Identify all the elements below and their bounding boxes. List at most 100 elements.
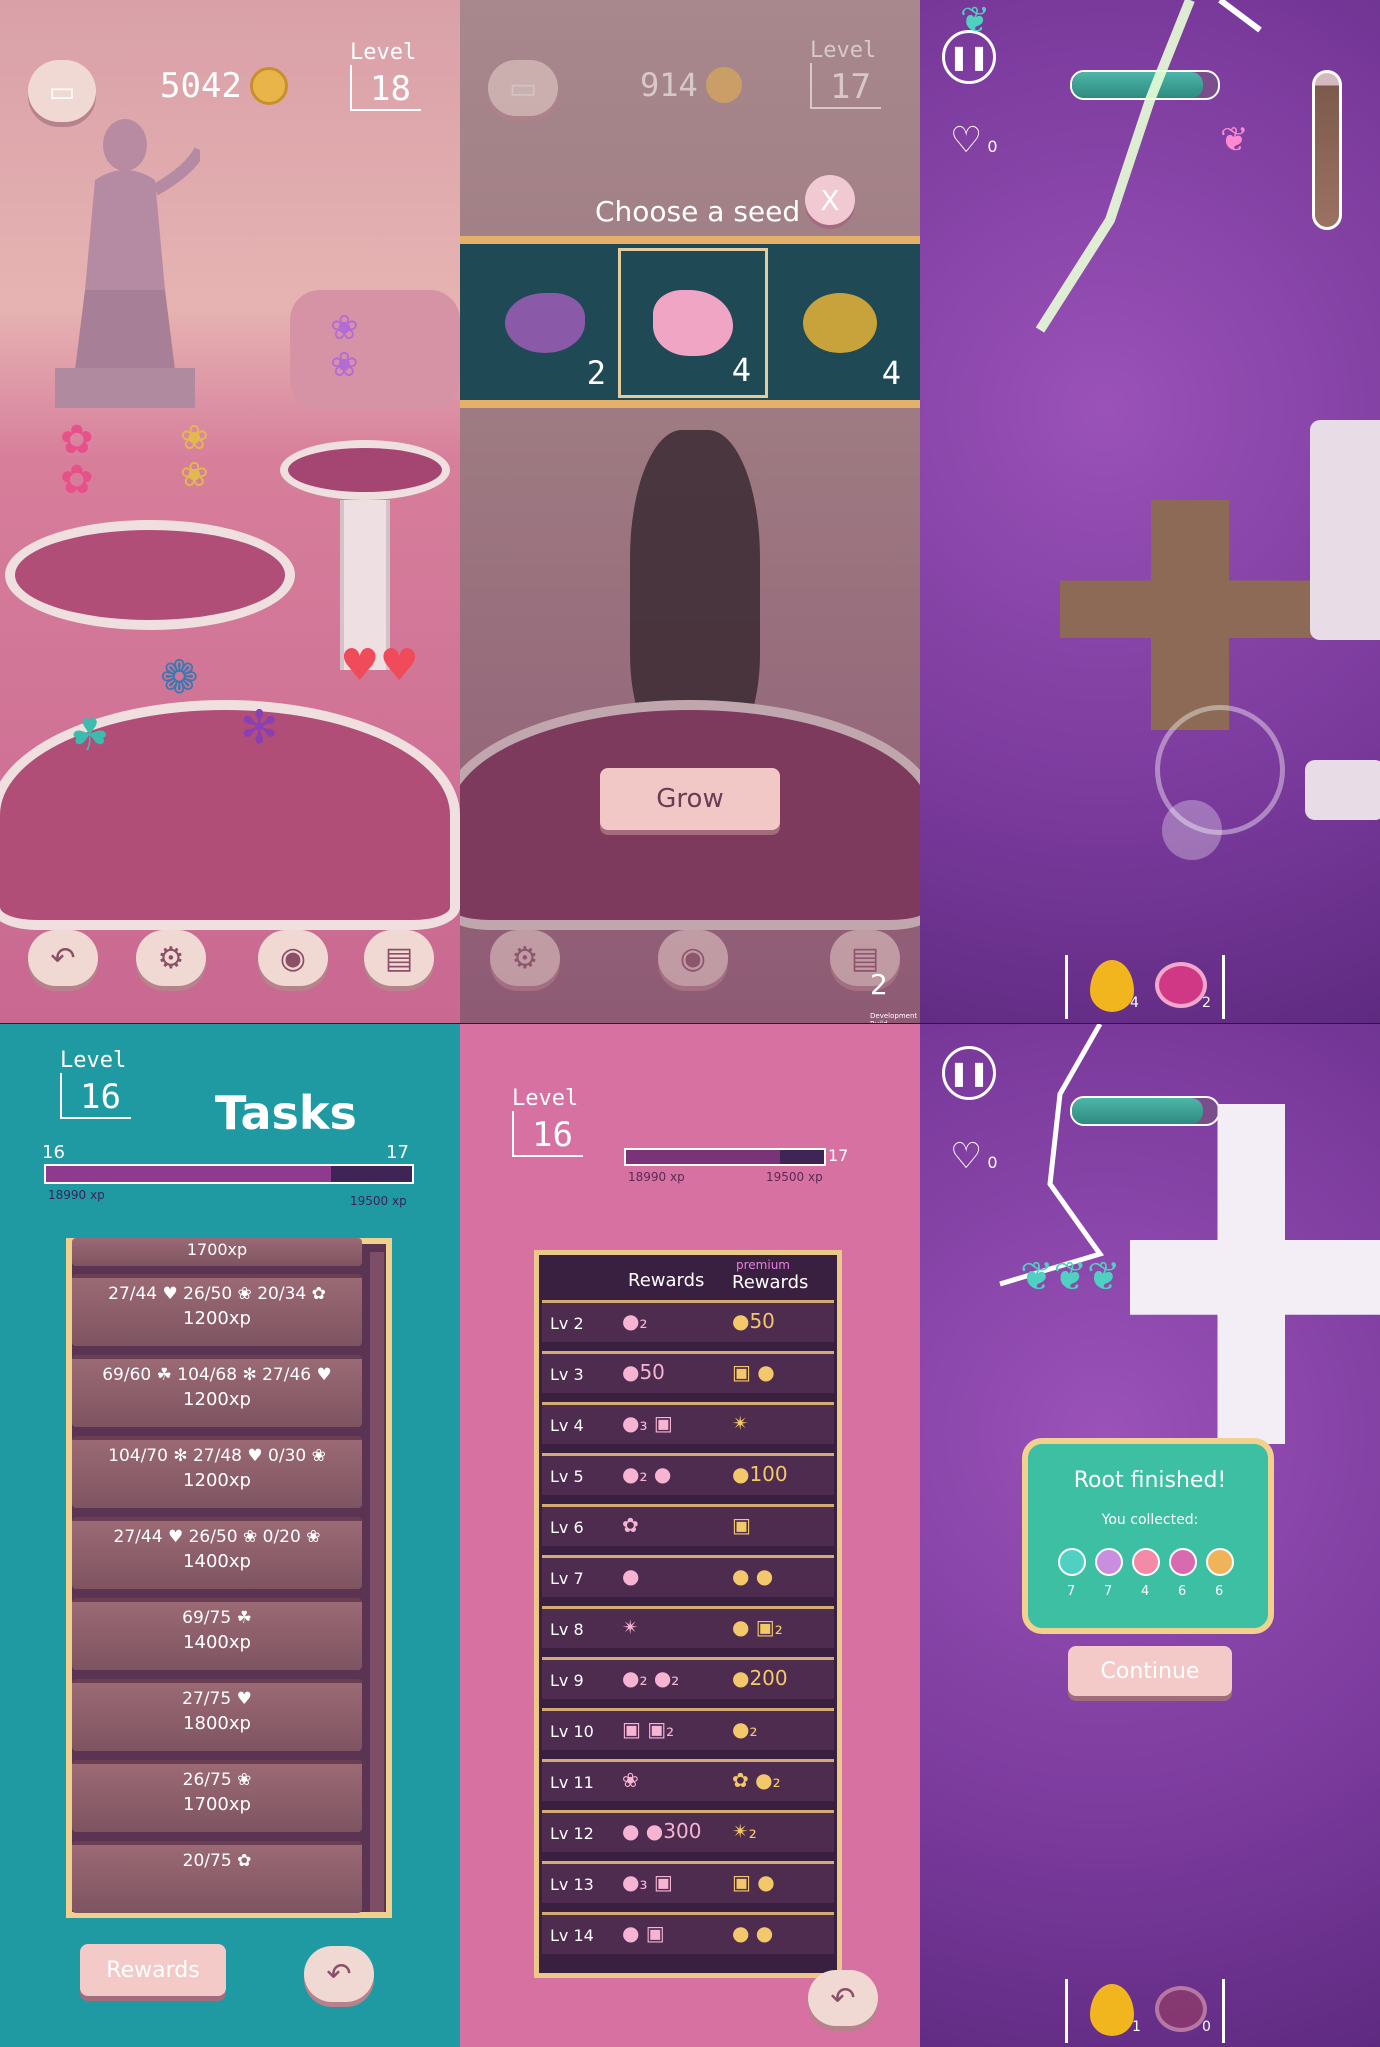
task-row[interactable]: 69/75 ☘ 1400xp	[72, 1598, 362, 1670]
seed-bag-button[interactable]: ◉	[258, 930, 328, 986]
seed-slot-purple[interactable]: 2	[470, 248, 620, 398]
reward-row[interactable]: Lv 9 ●₂ ●₂ ●200	[542, 1657, 834, 1699]
reward-cell: ● ●300	[622, 1819, 702, 1843]
star-flower-icon	[1095, 1548, 1123, 1576]
reward-row[interactable]: Lv 8 ✴ ● ▣₂	[542, 1606, 834, 1648]
reward-cell: ▣ ▣₂	[622, 1717, 675, 1741]
level-label: Level	[60, 1048, 127, 1073]
settings-button[interactable]: ⚙	[490, 930, 560, 986]
back-button[interactable]: ↶	[304, 1946, 374, 2002]
level-label: Level	[350, 40, 417, 65]
seed-slot-gold[interactable]: 4	[765, 248, 915, 398]
task-row[interactable]: 26/75 ❀ 1700xp	[72, 1760, 362, 1832]
col-rewards-header: Rewards	[628, 1270, 705, 1291]
task-xp: 1400xp	[183, 1551, 251, 1572]
premium-reward-cell: ▣ ●	[732, 1360, 775, 1384]
leaf-decor: ❦❦❦	[1020, 1254, 1121, 1300]
reward-row[interactable]: Lv 7 ● ● ●	[542, 1555, 834, 1597]
tasks-scroll-button[interactable]: ▤	[364, 930, 434, 986]
garden-screen: ▭ 5042 Level 18 ✿ ✿ ❀ ❀ ❀ ❀ ☘ ❁ ✻ ♥♥ ↶ ⚙ ◉ …	[0, 0, 460, 1023]
coin-icon	[705, 67, 742, 103]
level-number: 16	[60, 1073, 131, 1119]
rewards-label: Rewards	[106, 1957, 200, 1983]
tasks-screen: Level 16 Tasks 16 17 18990 xp 19500 xp 1…	[0, 1024, 460, 2047]
basket-button[interactable]: ▭	[28, 60, 96, 122]
basket-button-dim: ▭	[488, 60, 558, 116]
xp-to-level: 17	[386, 1142, 409, 1163]
continue-label: Continue	[1100, 1658, 1200, 1684]
task-scrollbar[interactable]	[370, 1252, 384, 1912]
magenta-snail-seed-icon[interactable]	[1155, 962, 1207, 1008]
leaf-decor-pink: ❦	[1220, 120, 1249, 160]
pillar-bowl	[280, 440, 450, 500]
magenta-snail-seed-icon[interactable]	[1155, 1986, 1207, 2032]
task-progress: 20/75 ✿	[182, 1851, 252, 1871]
flower-bed-lower	[0, 700, 460, 930]
task-row[interactable]: 69/60 ☘ 104/68 ✻ 27/46 ♥ 1200xp	[72, 1355, 362, 1427]
item-count: 2	[1202, 995, 1211, 1011]
collected-count: 7	[1067, 1584, 1076, 1599]
root-trail	[999, 1024, 1105, 1287]
task-xp	[72, 1871, 362, 1875]
premium-reward-cell: ▣ ●	[732, 1870, 775, 1894]
task-xp: 1700xp	[186, 1240, 248, 1259]
reward-row[interactable]: Lv 6 ✿ ▣	[542, 1504, 834, 1546]
basket-icon: ▭	[508, 70, 538, 106]
gold-seed-icon	[803, 293, 877, 353]
joystick-knob[interactable]	[1162, 800, 1222, 860]
reward-level: Lv 4	[550, 1416, 584, 1435]
task-row[interactable]: 27/75 ♥ 1800xp	[72, 1679, 362, 1751]
premium-reward-cell: ▣	[732, 1513, 751, 1537]
rewards-button[interactable]: Rewards	[80, 1944, 226, 1996]
back-button[interactable]: ↶	[808, 1970, 878, 2026]
reward-row[interactable]: Lv 2 ●₂ ●50	[542, 1300, 834, 1342]
seed-slot-pink-selected[interactable]: 4	[618, 248, 768, 398]
reward-row[interactable]: Lv 5 ●₂ ● ●100	[542, 1453, 834, 1495]
task-xp: 1200xp	[183, 1470, 251, 1491]
settings-button[interactable]: ⚙	[136, 930, 206, 986]
coin-counter: 914	[640, 66, 742, 104]
premium-reward-cell: ✴	[732, 1411, 749, 1435]
sun-flower-icon	[1206, 1548, 1234, 1576]
xp-bar	[624, 1148, 826, 1166]
reward-row[interactable]: Lv 10 ▣ ▣₂ ●₂	[542, 1708, 834, 1750]
purple-seed-icon	[505, 293, 585, 353]
task-row[interactable]: 20/75 ✿	[72, 1841, 362, 1913]
clover-icon	[1058, 1548, 1086, 1576]
seed-bag-button[interactable]: ◉	[658, 930, 728, 986]
back-button[interactable]: ↶	[28, 930, 98, 986]
premium-reward-cell: ● ●	[732, 1921, 774, 1945]
reward-level: Lv 12	[550, 1824, 594, 1843]
reward-level: Lv 13	[550, 1875, 594, 1894]
reward-row[interactable]: Lv 14 ● ▣ ● ●	[542, 1912, 834, 1954]
coin-count: 5042	[160, 66, 242, 106]
dialog-subtitle: You collected:	[1101, 1512, 1199, 1528]
reward-row[interactable]: Lv 12 ● ●300 ✴₂	[542, 1810, 834, 1852]
task-xp: 1400xp	[183, 1632, 251, 1653]
coin-count: 914	[640, 66, 698, 104]
task-row[interactable]: 104/70 ✻ 27/48 ♥ 0/30 ❀ 1200xp	[72, 1436, 362, 1508]
close-button[interactable]: X	[805, 175, 855, 225]
grow-label: Grow	[656, 784, 724, 814]
seed-count: 4	[881, 354, 901, 392]
continue-button[interactable]: Continue	[1068, 1646, 1232, 1696]
level-badge: Level 17	[810, 38, 881, 109]
grow-button[interactable]: Grow	[600, 768, 780, 830]
tasks-scroll-button[interactable]: ▤	[830, 930, 900, 986]
reward-row[interactable]: Lv 4 ●₃ ▣ ✴	[542, 1402, 834, 1444]
reward-cell: ●₂ ●	[622, 1462, 672, 1486]
reward-level: Lv 2	[550, 1314, 584, 1333]
seed-bag-icon: ◉	[279, 940, 307, 976]
level-badge: Level 16	[60, 1048, 131, 1119]
scroll-badge-count: 2	[870, 968, 888, 1001]
plant-bell-flower: ❁	[160, 650, 199, 704]
task-row[interactable]: 27/44 ♥ 26/50 ❀ 20/34 ✿ 1200xp	[72, 1274, 362, 1346]
reward-cell: ●₃ ▣	[622, 1870, 673, 1894]
reward-row[interactable]: Lv 3 ●50 ▣ ●	[542, 1351, 834, 1393]
reward-row[interactable]: Lv 11 ❀ ✿ ●₂	[542, 1759, 834, 1801]
collected-count: 7	[1104, 1584, 1113, 1599]
task-row[interactable]: 27/44 ♥ 26/50 ❀ 0/20 ❀ 1400xp	[72, 1517, 362, 1589]
scroll-icon: ▤	[384, 940, 414, 976]
reward-row[interactable]: Lv 13 ●₃ ▣ ▣ ●	[542, 1861, 834, 1903]
item-count: 1	[1132, 2019, 1141, 2035]
